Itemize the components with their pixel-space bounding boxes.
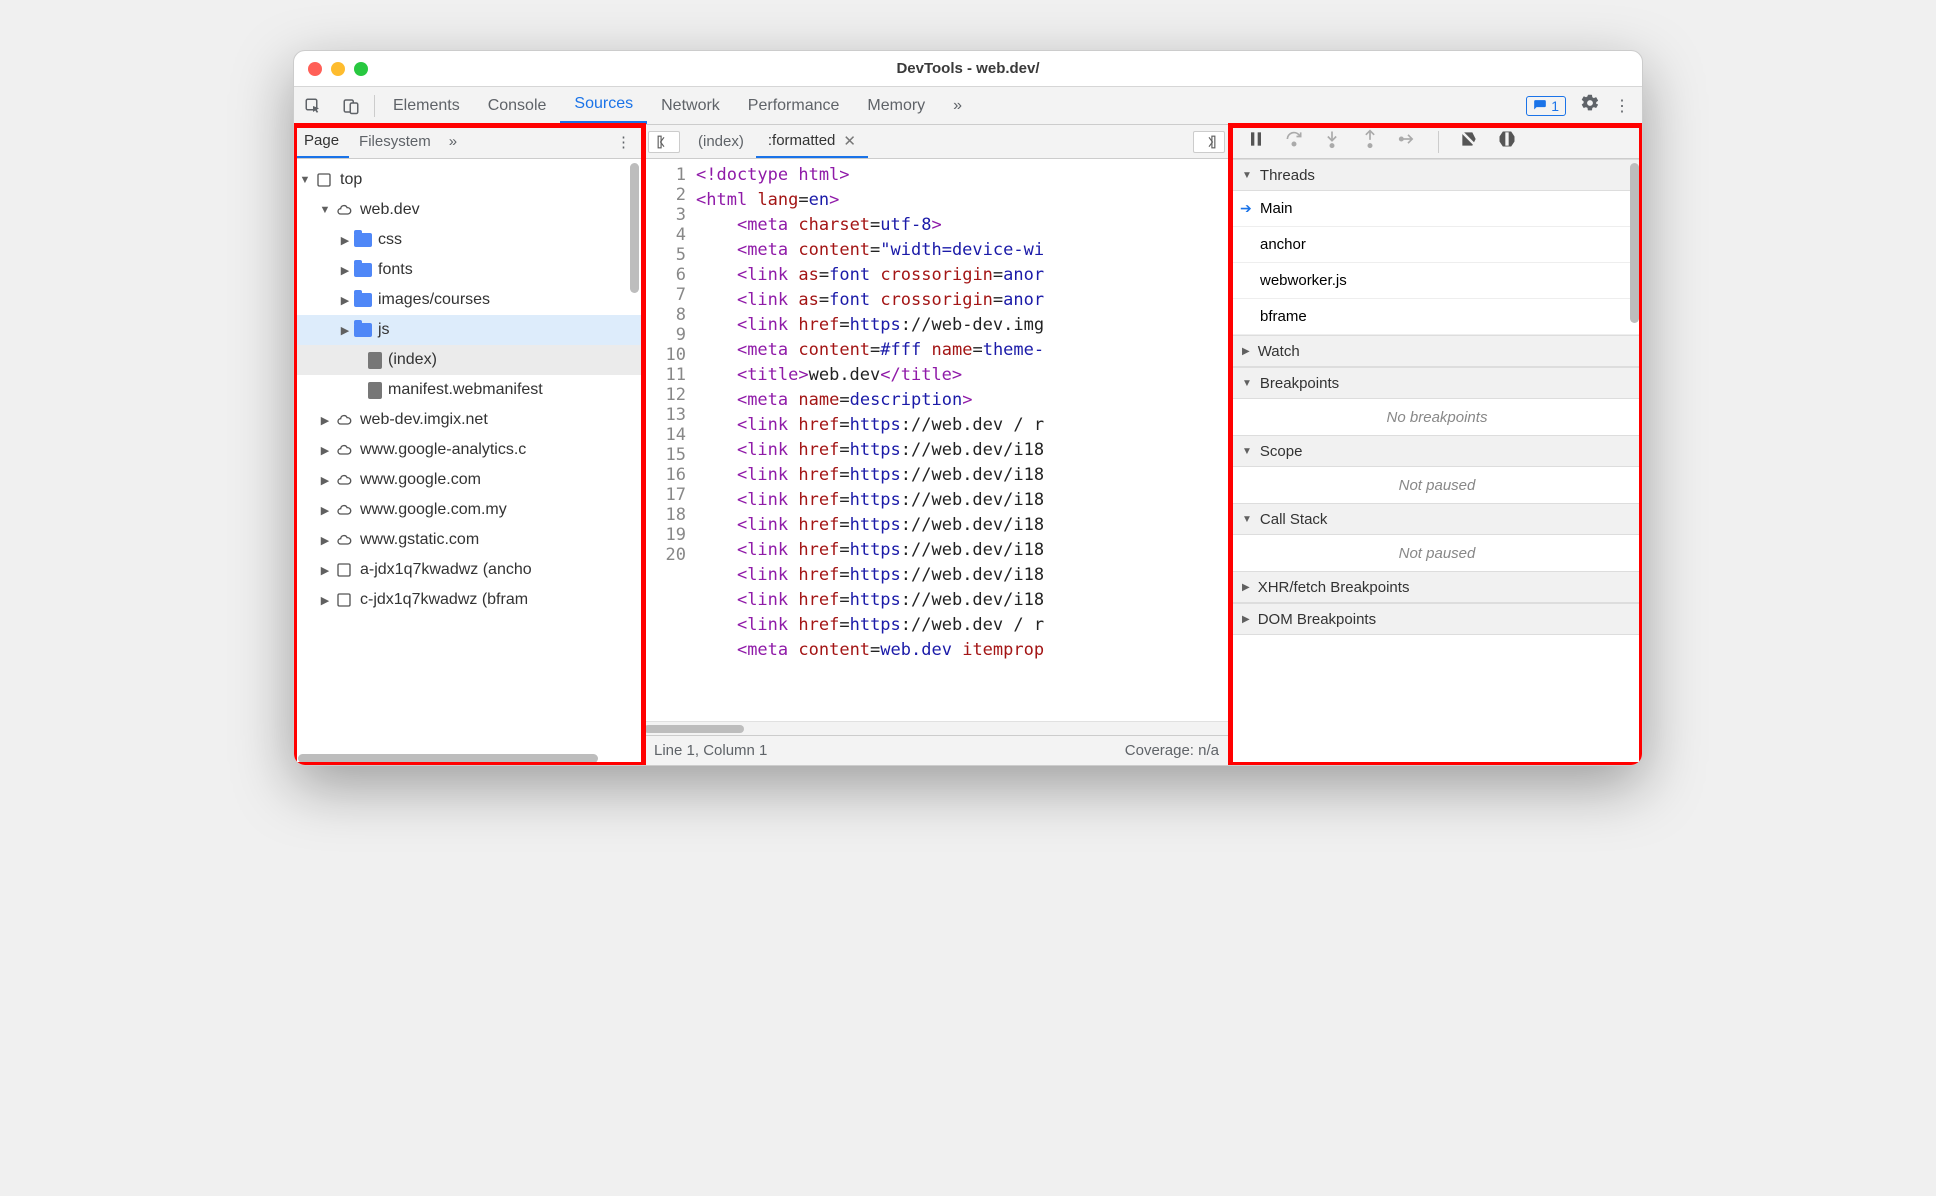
tab-sources[interactable]: Sources	[560, 87, 647, 124]
debugger-vscrollbar[interactable]	[1630, 163, 1639, 323]
file-icon	[368, 382, 382, 399]
scope-empty: Not paused	[1232, 467, 1642, 503]
devtools-window: DevTools - web.dev/ Elements Console Sou…	[293, 50, 1643, 766]
issues-badge[interactable]: 1	[1526, 96, 1566, 116]
debugger-pane: ▼Threads Main anchor webworker.js bframe…	[1232, 125, 1642, 765]
breakpoints-empty: No breakpoints	[1232, 399, 1642, 435]
tab-console[interactable]: Console	[474, 87, 561, 124]
coverage-status: Coverage: n/a	[1125, 742, 1219, 759]
history-back-icon[interactable]	[648, 131, 680, 153]
editor-pane: (index) :formatted ✕ 1234567891011121314…	[642, 125, 1232, 765]
section-scope[interactable]: ▼Scope	[1232, 435, 1642, 467]
tree-frame[interactable]: ▶a-jdx1q7kwadwz (ancho	[294, 555, 641, 585]
frame-icon	[314, 172, 334, 188]
thread-anchor[interactable]: anchor	[1232, 227, 1642, 263]
deactivate-breakpoints-icon[interactable]	[1459, 129, 1479, 154]
file-icon	[368, 352, 382, 369]
tab-performance[interactable]: Performance	[734, 87, 854, 124]
cursor-position: Line 1, Column 1	[654, 742, 767, 759]
settings-icon[interactable]	[1580, 93, 1600, 118]
toolbar-divider	[374, 95, 375, 117]
thread-bframe[interactable]: bframe	[1232, 299, 1642, 335]
cloud-icon	[334, 532, 354, 548]
tree-origin[interactable]: ▶web-dev.imgix.net	[294, 405, 641, 435]
folder-icon	[354, 323, 372, 337]
folder-icon	[354, 293, 372, 307]
editor-tabs: (index) :formatted ✕	[642, 125, 1231, 159]
section-watch[interactable]: ▶Watch	[1232, 335, 1642, 367]
callstack-empty: Not paused	[1232, 535, 1642, 571]
history-forward-icon[interactable]	[1193, 131, 1225, 153]
subtab-filesystem[interactable]: Filesystem	[349, 125, 441, 158]
debugger-toolbar	[1232, 125, 1642, 159]
pause-icon[interactable]	[1246, 129, 1266, 154]
tree-folder-css[interactable]: ▶css	[294, 225, 641, 255]
section-callstack[interactable]: ▼Call Stack	[1232, 503, 1642, 535]
pause-on-exceptions-icon[interactable]	[1497, 129, 1517, 154]
cloud-icon	[334, 412, 354, 428]
tree-origin[interactable]: ▶www.gstatic.com	[294, 525, 641, 555]
tree-folder-js[interactable]: ▶js	[294, 315, 641, 345]
frame-icon	[334, 562, 354, 578]
sources-panes: Page Filesystem » ⋮ ▼ top ▼ web.dev ▶css	[294, 125, 1642, 765]
tree-node-top[interactable]: ▼ top	[294, 165, 641, 195]
step-icon[interactable]	[1398, 129, 1418, 154]
close-tab-icon[interactable]: ✕	[843, 132, 856, 150]
cloud-icon	[334, 442, 354, 458]
section-breakpoints[interactable]: ▼Breakpoints	[1232, 367, 1642, 399]
debugger-divider	[1438, 131, 1439, 153]
step-over-icon[interactable]	[1284, 129, 1304, 154]
frame-icon	[334, 592, 354, 608]
panel-tabs: Elements Console Sources Network Perform…	[379, 87, 976, 124]
editor-tab-index[interactable]: (index)	[686, 125, 756, 158]
section-dom-breakpoints[interactable]: ▶DOM Breakpoints	[1232, 603, 1642, 635]
tree-folder-fonts[interactable]: ▶fonts	[294, 255, 641, 285]
device-toggle-icon[interactable]	[332, 87, 370, 124]
section-threads[interactable]: ▼Threads	[1232, 159, 1642, 191]
window-title: DevTools - web.dev/	[294, 60, 1642, 77]
tree-folder-images[interactable]: ▶images/courses	[294, 285, 641, 315]
thread-main[interactable]: Main	[1232, 191, 1642, 227]
thread-webworker[interactable]: webworker.js	[1232, 263, 1642, 299]
subtab-page[interactable]: Page	[294, 125, 349, 158]
tree-frame[interactable]: ▶c-jdx1q7kwadwz (bfram	[294, 585, 641, 615]
more-menu-icon[interactable]: ⋮	[1614, 96, 1630, 116]
cloud-icon	[334, 202, 354, 218]
step-out-icon[interactable]	[1360, 129, 1380, 154]
tab-memory[interactable]: Memory	[853, 87, 939, 124]
editor-hscrollbar[interactable]	[642, 721, 1231, 735]
tree-origin[interactable]: ▶www.google.com	[294, 465, 641, 495]
tree-vscrollbar[interactable]	[630, 163, 639, 293]
tree-origin[interactable]: ▶www.google-analytics.c	[294, 435, 641, 465]
titlebar: DevTools - web.dev/	[294, 51, 1642, 87]
issues-count: 1	[1551, 98, 1559, 114]
section-xhr-breakpoints[interactable]: ▶XHR/fetch Breakpoints	[1232, 571, 1642, 603]
main-toolbar: Elements Console Sources Network Perform…	[294, 87, 1642, 125]
cloud-icon	[334, 472, 354, 488]
cloud-icon	[334, 502, 354, 518]
navigator-pane: Page Filesystem » ⋮ ▼ top ▼ web.dev ▶css	[294, 125, 642, 765]
file-tree: ▼ top ▼ web.dev ▶css ▶fonts ▶images/cour…	[294, 159, 641, 765]
editor-statusbar: Line 1, Column 1 Coverage: n/a	[642, 735, 1231, 765]
folder-icon	[354, 263, 372, 277]
tabs-overflow-icon[interactable]: »	[939, 87, 976, 124]
line-gutter: 1234567891011121314151617181920	[642, 159, 696, 721]
code-lines: <!doctype html><html lang=en> <meta char…	[696, 159, 1044, 721]
navigator-more-icon[interactable]: ⋮	[606, 133, 641, 151]
folder-icon	[354, 233, 372, 247]
tree-file-manifest[interactable]: manifest.webmanifest	[294, 375, 641, 405]
threads-list: Main anchor webworker.js bframe	[1232, 191, 1642, 335]
tree-file-index[interactable]: (index)	[294, 345, 641, 375]
editor-tab-formatted[interactable]: :formatted ✕	[756, 125, 868, 158]
tab-network[interactable]: Network	[647, 87, 734, 124]
code-editor[interactable]: 1234567891011121314151617181920 <!doctyp…	[642, 159, 1231, 721]
tree-node-domain[interactable]: ▼ web.dev	[294, 195, 641, 225]
subtabs-overflow-icon[interactable]: »	[449, 133, 457, 150]
navigator-subtabs: Page Filesystem » ⋮	[294, 125, 641, 159]
tree-origin[interactable]: ▶www.google.com.my	[294, 495, 641, 525]
tree-hscrollbar[interactable]	[298, 754, 598, 763]
tab-elements[interactable]: Elements	[379, 87, 474, 124]
step-into-icon[interactable]	[1322, 129, 1342, 154]
inspect-element-icon[interactable]	[294, 87, 332, 124]
